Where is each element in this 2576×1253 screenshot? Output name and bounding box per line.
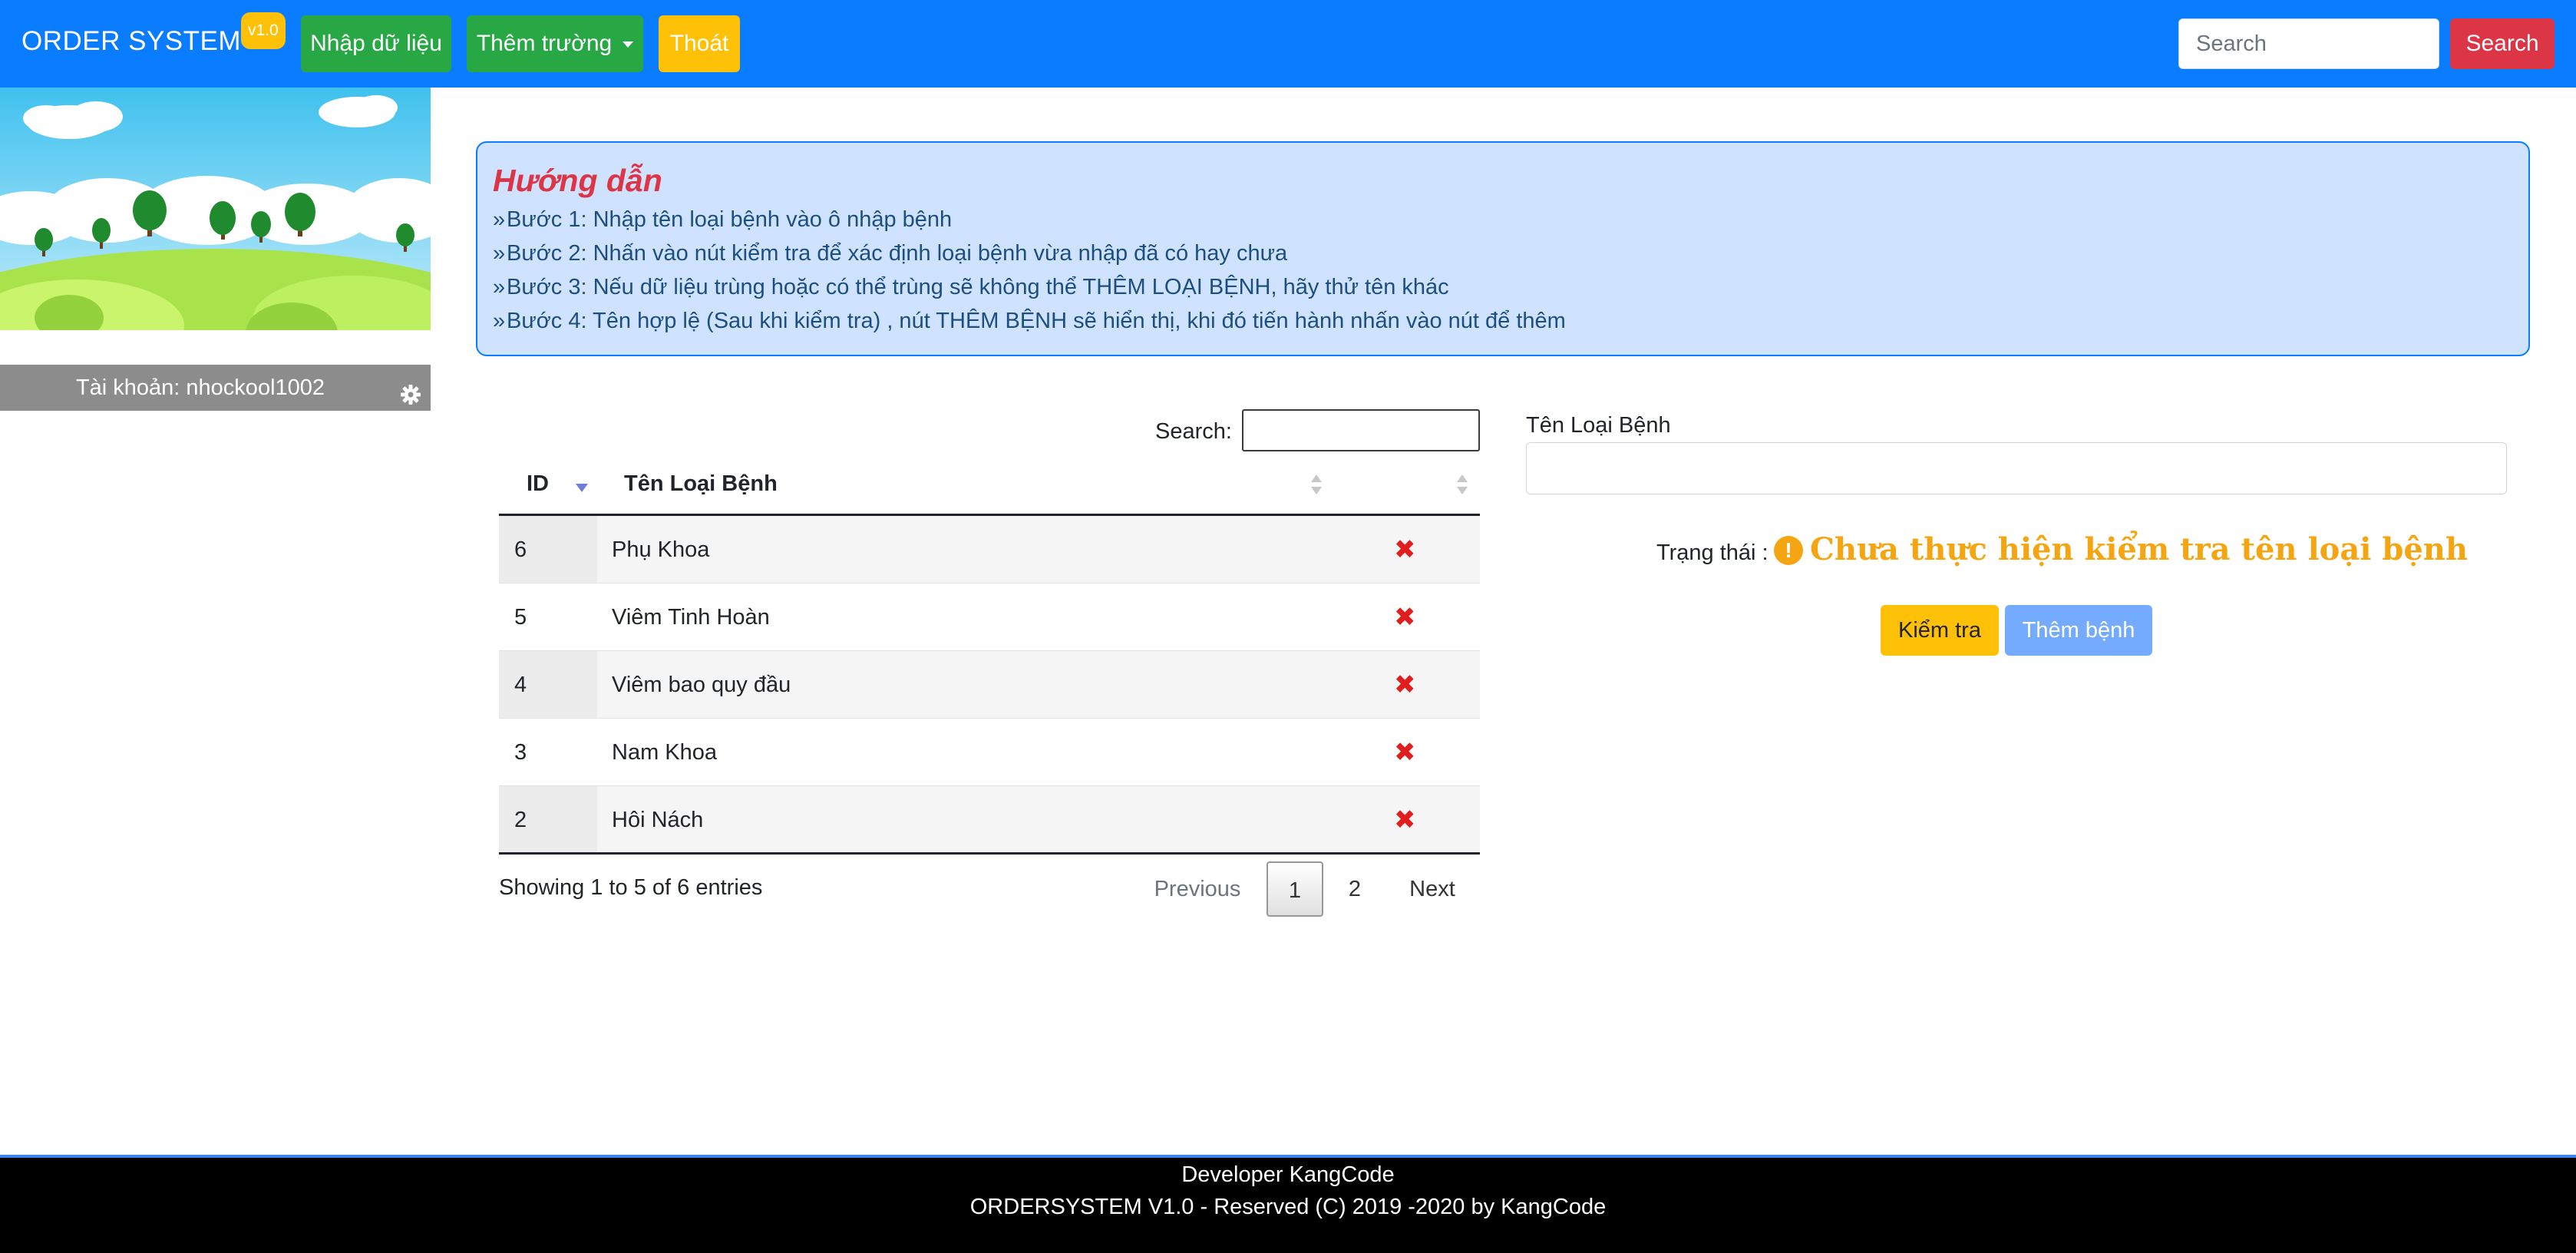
double-chevron-icon: » <box>493 275 506 299</box>
table-header: ID Tên Loại Bệnh <box>499 458 1480 516</box>
pagination-previous[interactable]: Previous <box>1144 861 1251 917</box>
pagination-page-1[interactable]: 1 <box>1267 861 1323 917</box>
nhap-du-lieu-button[interactable]: Nhập dữ liệu <box>301 15 451 72</box>
pagination-next[interactable]: Next <box>1394 861 1471 917</box>
them-truong-dropdown[interactable]: Thêm trường <box>467 15 643 72</box>
guide-step-3: »Bước 3: Nếu dữ liệu trùng hoặc có thể t… <box>493 275 1449 300</box>
sort-descending-icon[interactable] <box>576 484 588 492</box>
version-badge: v1.0 <box>241 12 286 49</box>
sort-icon[interactable] <box>1457 471 1469 499</box>
thoat-button[interactable]: Thoát <box>659 15 740 72</box>
column-header-id[interactable]: ID <box>527 471 549 497</box>
delete-x-icon[interactable]: ✖ <box>1394 534 1416 565</box>
delete-x-icon[interactable]: ✖ <box>1394 805 1416 835</box>
row-name: Viêm Tinh Hoàn <box>612 605 770 630</box>
them-truong-label: Thêm trường <box>476 31 613 56</box>
row-name: Hôi Nách <box>612 808 704 832</box>
guide-step-4: »Bước 4: Tên hợp lệ (Sau khi kiểm tra) ,… <box>493 309 1566 334</box>
check-button[interactable]: Kiểm tra <box>1881 605 1999 656</box>
gear-icon[interactable] <box>399 376 422 422</box>
sidebar-banner-image <box>0 88 431 330</box>
table-search-label: Search: <box>1155 419 1232 444</box>
double-chevron-icon: » <box>493 309 506 333</box>
table-row: 5 Viêm Tinh Hoàn ✖ <box>499 584 1480 651</box>
guide-step-text: Bước 1: Nhập tên loại bệnh vào ô nhập bệ… <box>507 207 953 232</box>
column-header-name[interactable]: Tên Loại Bệnh <box>624 471 778 497</box>
footer-copyright: ORDERSYSTEM V1.0 - Reserved (C) 2019 -20… <box>969 1195 1607 1219</box>
pagination-page-2[interactable]: 2 <box>1333 861 1377 917</box>
table-row: 2 Hôi Nách ✖ <box>499 786 1480 854</box>
row-id: 3 <box>514 740 527 765</box>
top-navbar: ORDER SYSTEM v1.0 Nhập dữ liệu Thêm trườ… <box>0 0 2576 88</box>
navbar-search-input[interactable] <box>2178 18 2439 69</box>
guide-step-1: »Bước 1: Nhập tên loại bệnh vào ô nhập b… <box>493 207 952 233</box>
status-label: Trạng thái : <box>1656 541 1769 565</box>
disease-table: ID Tên Loại Bệnh 6 Phụ Khoa ✖ 5 Viêm Tin… <box>499 458 1480 854</box>
account-label: Tài khoản: nhockool1002 <box>75 375 325 400</box>
guide-step-2: »Bước 2: Nhấn vào nút kiểm tra để xác đị… <box>493 241 1287 266</box>
row-id: 4 <box>514 673 527 697</box>
delete-x-icon[interactable]: ✖ <box>1394 669 1416 700</box>
row-id: 2 <box>514 808 527 832</box>
delete-x-icon[interactable]: ✖ <box>1394 737 1416 768</box>
row-id: 5 <box>514 605 527 630</box>
row-id: 6 <box>514 537 527 562</box>
brand-title[interactable]: ORDER SYSTEM <box>21 26 241 57</box>
footer: Developer KangCode ORDERSYSTEM V1.0 - Re… <box>0 1155 2576 1253</box>
table-row: 4 Viêm bao quy đầu ✖ <box>499 651 1480 719</box>
disease-name-input[interactable] <box>1526 442 2507 494</box>
table-search-input[interactable] <box>1242 409 1480 451</box>
guide-title: Hướng dẫn <box>493 163 662 198</box>
row-name: Nam Khoa <box>612 740 718 765</box>
table-row: 3 Nam Khoa ✖ <box>499 719 1480 786</box>
double-chevron-icon: » <box>493 241 506 266</box>
guide-box: Hướng dẫn »Bước 1: Nhập tên loại bệnh và… <box>476 141 2530 356</box>
guide-step-text: Bước 2: Nhấn vào nút kiểm tra để xác địn… <box>507 241 1288 266</box>
status-text: Chưa thực hiện kiểm tra tên loại bệnh <box>1810 531 2468 567</box>
sort-icon[interactable] <box>1311 471 1323 499</box>
add-disease-button[interactable]: Thêm bệnh <box>2005 605 2152 656</box>
table-bottom-border <box>499 852 1480 855</box>
guide-step-text: Bước 3: Nếu dữ liệu trùng hoặc có thể tr… <box>507 275 1449 299</box>
disease-name-label: Tên Loại Bệnh <box>1526 413 1671 438</box>
footer-developer: Developer KangCode <box>1181 1162 1395 1187</box>
navbar-search-button[interactable]: Search <box>2450 18 2555 69</box>
table-info: Showing 1 to 5 of 6 entries <box>499 875 763 900</box>
double-chevron-icon: » <box>493 207 506 232</box>
caret-down-icon <box>623 41 634 48</box>
account-bar: Tài khoản: nhockool1002 <box>0 365 431 411</box>
warning-icon: ! <box>1774 536 1803 565</box>
row-name: Viêm bao quy đầu <box>612 673 791 697</box>
row-name: Phụ Khoa <box>612 537 710 562</box>
table-row: 6 Phụ Khoa ✖ <box>499 516 1480 584</box>
guide-step-text: Bước 4: Tên hợp lệ (Sau khi kiểm tra) , … <box>507 309 1566 333</box>
delete-x-icon[interactable]: ✖ <box>1394 602 1416 633</box>
